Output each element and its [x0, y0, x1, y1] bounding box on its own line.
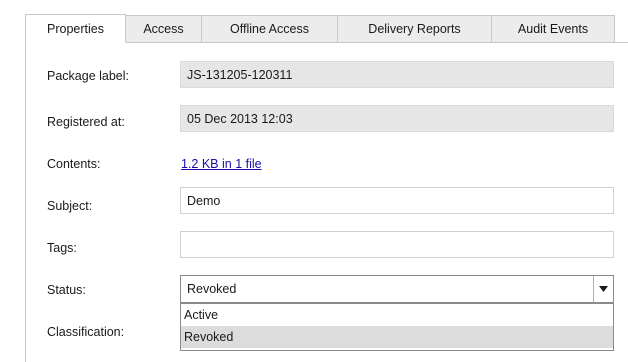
status-dropdown-list: Active Revoked	[180, 303, 614, 351]
tab-delivery-reports[interactable]: Delivery Reports	[338, 15, 492, 43]
package-properties-window: Properties Access Offline Access Deliver…	[0, 0, 628, 362]
tab-strip: Properties Access Offline Access Deliver…	[25, 14, 615, 43]
tab-audit-events[interactable]: Audit Events	[492, 15, 615, 43]
tab-properties[interactable]: Properties	[25, 14, 126, 43]
tab-offline-access[interactable]: Offline Access	[202, 15, 338, 43]
status-option-active[interactable]: Active	[181, 304, 613, 326]
tab-access[interactable]: Access	[126, 15, 202, 43]
status-option-revoked[interactable]: Revoked	[181, 326, 613, 348]
